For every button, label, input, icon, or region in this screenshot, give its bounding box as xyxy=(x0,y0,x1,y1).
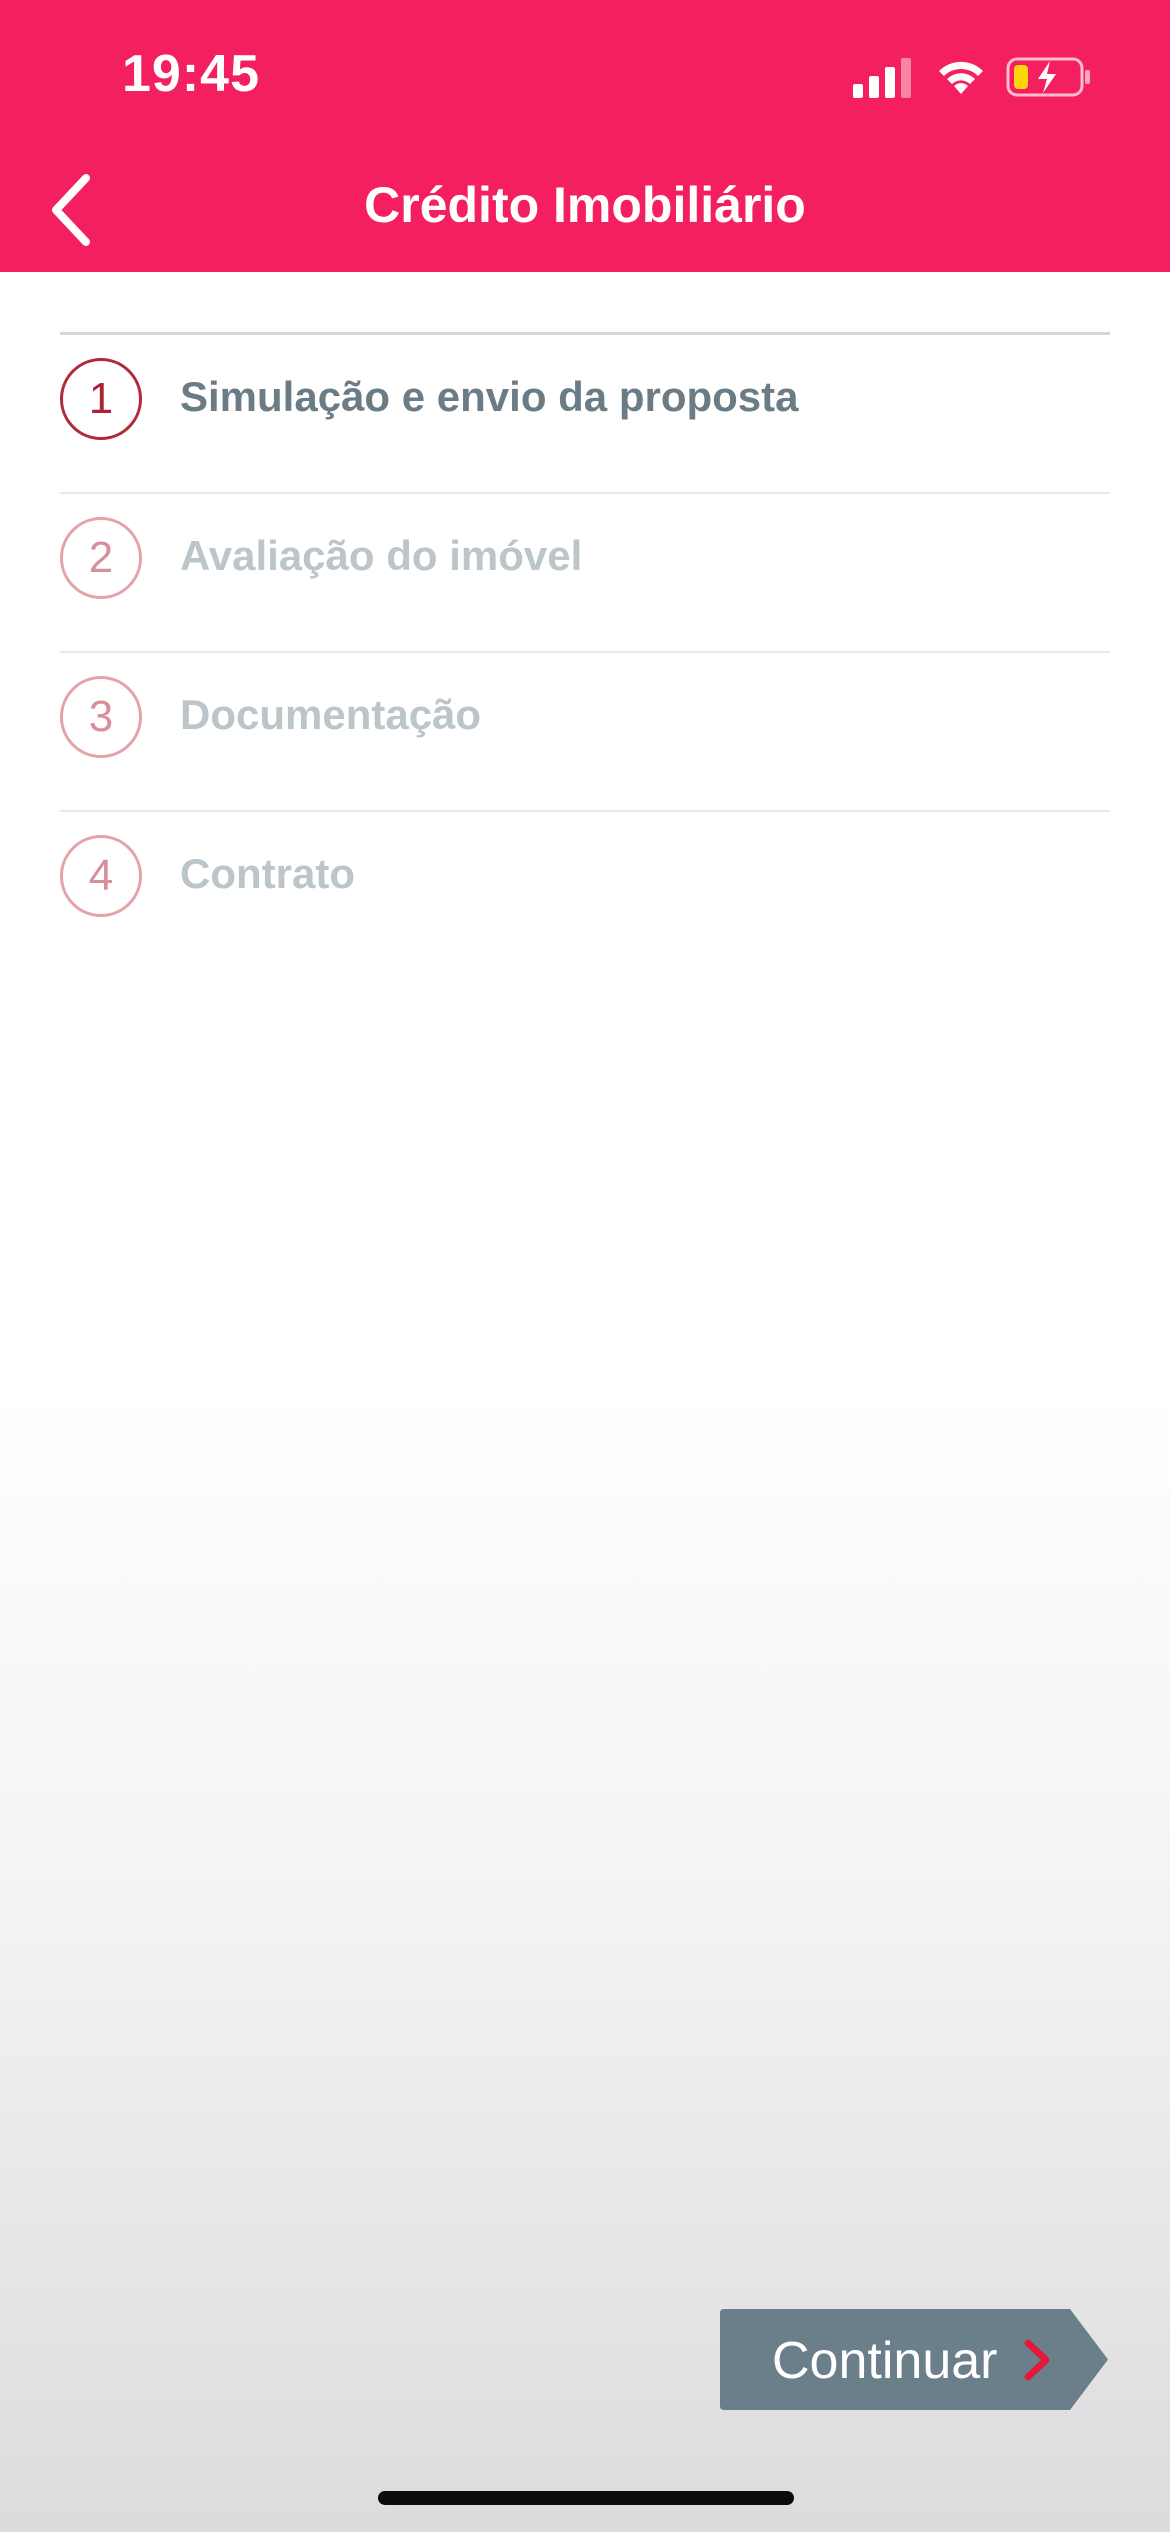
step-item-avaliacao[interactable]: 2 Avaliação do imóvel xyxy=(60,494,1110,653)
wifi-icon xyxy=(939,61,983,94)
home-indicator[interactable] xyxy=(378,2491,794,2505)
page-title: Crédito Imobiliário xyxy=(364,177,806,233)
step-number-badge: 4 xyxy=(60,835,142,917)
step-label: Avaliação do imóvel xyxy=(180,532,583,579)
step-item-contrato[interactable]: 4 Contrato xyxy=(60,812,1110,971)
status-time: 19:45 xyxy=(122,45,260,103)
battery-charging-icon xyxy=(1006,57,1090,97)
step-number-badge: 3 xyxy=(60,676,142,758)
step-item-documentacao[interactable]: 3 Documentação xyxy=(60,653,1110,812)
step-label: Documentação xyxy=(180,691,482,738)
step-item-simulacao[interactable]: 1 Simulação e envio da proposta xyxy=(60,335,1110,494)
step-number-badge: 2 xyxy=(60,517,142,599)
step-label: Simulação e envio da proposta xyxy=(180,373,799,420)
continue-label: Continuar xyxy=(772,2332,998,2390)
step-label: Contrato xyxy=(180,850,355,897)
step-number-badge: 1 xyxy=(60,358,142,440)
cellular-signal-icon xyxy=(853,58,911,98)
status-bar: 19:45 xyxy=(0,0,1170,150)
app-header: 19:45 Crédito Imobiliário xyxy=(0,0,1170,272)
chevron-right-icon xyxy=(1024,2339,1050,2381)
continue-button[interactable]: Continuar xyxy=(720,2309,1110,2410)
steps-list: 1 Simulação e envio da proposta 2 Avalia… xyxy=(60,332,1110,971)
navigation-bar: Crédito Imobiliário xyxy=(0,150,1170,272)
